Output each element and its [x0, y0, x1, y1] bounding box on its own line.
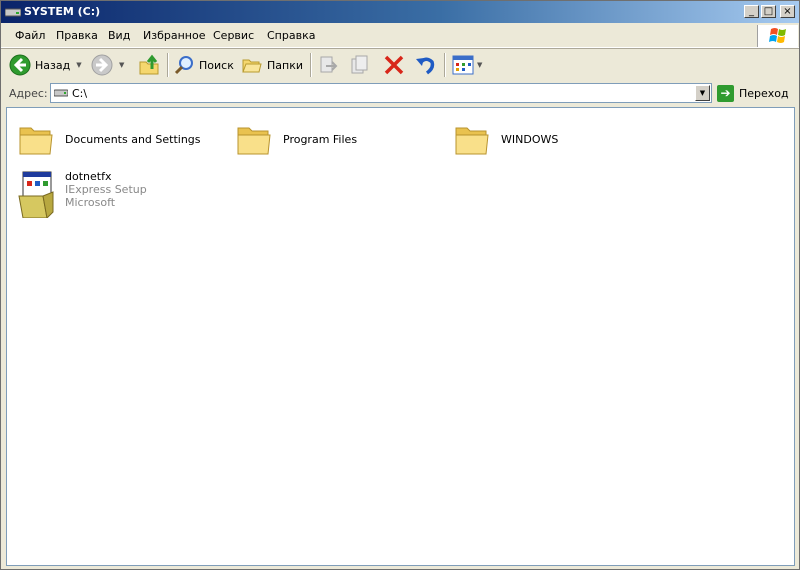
folder-name: Documents and Settings [65, 132, 201, 146]
search-icon [174, 56, 193, 75]
move-to-button[interactable] [318, 53, 340, 77]
file-name: dotnetfx [65, 170, 112, 183]
toolbar-separator [310, 53, 311, 77]
chevron-down-icon[interactable]: ▼ [119, 61, 124, 69]
toolbar: Назад ▼ ▼ Поиск Папки ▼ [1, 48, 799, 83]
delete-icon [384, 55, 404, 75]
title-bar[interactable]: SYSTEM (C:) _ □ × [1, 1, 799, 23]
undo-icon [416, 57, 435, 75]
file-company: Microsoft [65, 196, 116, 209]
file-description: IExpress Setup [65, 183, 147, 196]
forward-button[interactable]: ▼ [91, 53, 124, 77]
address-input[interactable]: C:\ ▼ [50, 83, 712, 103]
drive-icon [54, 89, 68, 97]
folder-item-program-files[interactable]: Program Files [235, 120, 357, 158]
back-label: Назад [35, 58, 71, 72]
installer-icon [18, 171, 54, 218]
back-arrow-icon [9, 54, 31, 76]
address-bar: Адрес: C:\ ▼ ➔ Переход [1, 82, 799, 104]
menu-file[interactable]: Файл [15, 29, 45, 42]
folder-icon [455, 127, 489, 155]
delete-button[interactable] [383, 53, 405, 77]
views-button[interactable]: ▼ [452, 53, 482, 77]
folder-up-icon [139, 54, 159, 75]
search-label: Поиск [199, 58, 234, 72]
maximize-button[interactable]: □ [761, 5, 776, 18]
forward-arrow-icon [91, 54, 113, 76]
go-button[interactable]: ➔ Переход [717, 83, 789, 103]
menu-help[interactable]: Справка [267, 29, 315, 42]
move-to-icon [320, 56, 338, 73]
folders-label: Папки [267, 58, 303, 72]
window-title: SYSTEM (C:) [24, 5, 101, 18]
windows-logo-icon [757, 25, 798, 47]
menu-edit[interactable]: Правка [56, 29, 98, 42]
minimize-button[interactable]: _ [744, 5, 759, 18]
address-dropdown-button[interactable]: ▼ [695, 85, 710, 101]
close-button[interactable]: × [780, 5, 795, 18]
menu-view[interactable]: Вид [108, 29, 130, 42]
address-label: Адрес: [9, 87, 48, 100]
menu-tools[interactable]: Сервис [213, 29, 254, 42]
folder-item-windows[interactable]: WINDOWS [453, 120, 558, 158]
explorer-window: SYSTEM (C:) _ □ × Файл Правка Вид Избран… [0, 0, 800, 570]
file-view[interactable]: Documents and Settings Program Files WIN… [6, 107, 795, 566]
address-value: C:\ [72, 87, 88, 100]
go-label: Переход [739, 86, 789, 100]
search-button[interactable]: Поиск [173, 53, 234, 77]
menu-bar: Файл Правка Вид Избранное Сервис Справка [1, 23, 799, 48]
toolbar-separator [444, 53, 445, 77]
file-item-dotnetfx[interactable]: dotnetfx IExpress Setup Microsoft [17, 170, 147, 218]
folder-icon [237, 127, 271, 155]
views-icon [452, 55, 474, 75]
undo-button[interactable] [414, 53, 436, 77]
copy-to-icon [351, 55, 368, 74]
menu-favorites[interactable]: Избранное [143, 29, 205, 42]
folder-icon [242, 59, 262, 73]
go-arrow-icon: ➔ [717, 84, 734, 102]
folder-name: WINDOWS [501, 132, 559, 146]
toolbar-separator [167, 53, 168, 77]
folder-name: Program Files [283, 132, 358, 146]
drive-icon [5, 8, 21, 17]
folders-button[interactable]: Папки [241, 53, 303, 77]
folder-item-documents-and-settings[interactable]: Documents and Settings [17, 120, 201, 158]
copy-to-button[interactable] [349, 53, 371, 77]
chevron-down-icon[interactable]: ▼ [477, 61, 482, 69]
up-folder-button[interactable] [138, 53, 160, 77]
chevron-down-icon[interactable]: ▼ [76, 61, 81, 69]
folder-icon [19, 127, 53, 155]
back-button[interactable]: Назад ▼ [9, 53, 82, 77]
